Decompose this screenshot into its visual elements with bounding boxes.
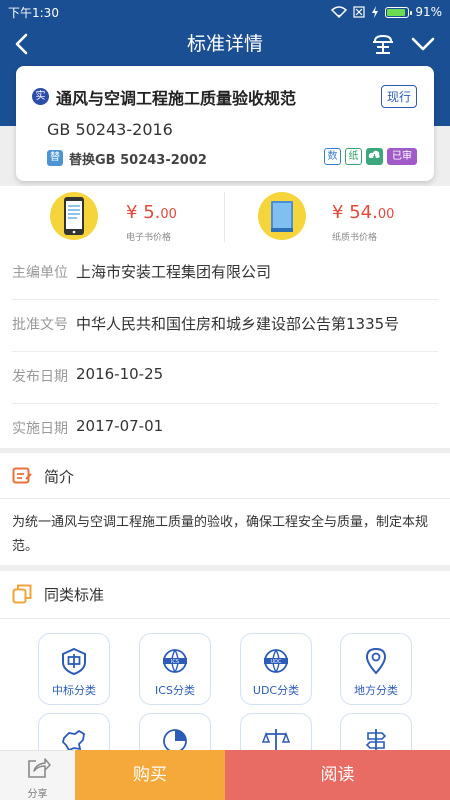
map-pin-icon [365, 647, 387, 675]
category-ics[interactable]: ICS ICS分类 [139, 633, 211, 705]
replace-link[interactable]: 替换GB 50243-2002 [69, 149, 207, 168]
read-button[interactable]: 阅读 [225, 750, 450, 800]
category-label: UDC分类 [252, 684, 300, 697]
paper-tag: 纸 [345, 148, 362, 165]
udc-globe-icon: UDC [264, 649, 288, 673]
ebook-price-label: 电子书价格 [126, 233, 172, 243]
similar-header: 同类标准 [0, 571, 450, 619]
share-button[interactable]: 分享 [0, 750, 75, 800]
china-map-icon [62, 729, 85, 750]
search-cloud-icon[interactable] [370, 31, 396, 57]
info-label: 主编单位 [12, 265, 68, 281]
category-local[interactable]: 地方分类 [340, 633, 412, 705]
price-divider [224, 192, 225, 242]
info-value: 中华人民共和国住房和城乡建设部公告第1335号 [76, 315, 400, 333]
intro-title: 简介 [44, 468, 75, 486]
svg-text:UDC: UDC [270, 659, 282, 665]
share-icon [28, 758, 51, 778]
ebook-price[interactable]: ¥ 5.00 [126, 202, 177, 223]
wifi-icon [331, 6, 348, 18]
cloud-download-icon [366, 148, 383, 165]
category-grid: 中标分类 ICS ICS分类 UDC UDC分类 地方分类 [0, 619, 450, 750]
info-label: 发布日期 [12, 369, 68, 385]
info-row-effective-date: 实施日期 2017-07-01 [12, 404, 438, 456]
buy-button[interactable]: 购买 [75, 750, 225, 800]
category-law[interactable] [240, 713, 312, 750]
paper-price[interactable]: ¥ 54.00 [332, 202, 394, 223]
category-region[interactable] [38, 713, 110, 750]
status-badge: 现行 [380, 85, 417, 108]
ics-globe-icon: ICS [163, 649, 187, 673]
info-row-publish-date: 发布日期 2016-10-25 [12, 352, 438, 404]
digital-tag: 数 [324, 148, 341, 165]
svg-text:ICS: ICS [171, 659, 179, 665]
category-label: ICS分类 [155, 684, 195, 697]
bottom-bar: 分享 购买 阅读 [0, 750, 450, 800]
implemented-badge: 实 [32, 88, 49, 105]
info-label: 批准文号 [12, 317, 68, 333]
category-label: 中标分类 [52, 684, 96, 697]
info-row-editor: 主编单位 上海市安装工程集团有限公司 [12, 248, 438, 300]
china-standard-icon [62, 647, 86, 676]
share-label: 分享 [27, 789, 48, 800]
title-bar: 标准详情 [0, 24, 450, 64]
category-label: 地方分类 [354, 684, 398, 697]
info-value: 上海市安装工程集团有限公司 [76, 263, 272, 281]
category-guide[interactable] [340, 713, 412, 750]
battery-icon [385, 6, 413, 18]
format-tags: 数 纸 已审 [324, 148, 417, 165]
status-bar: 下午1:30 91% [0, 0, 450, 24]
info-row-approval: 批准文号 中华人民共和国住房和城乡建设部公告第1335号 [12, 300, 438, 352]
paper-price-label: 纸质书价格 [332, 233, 378, 243]
pie-chart-icon [163, 729, 187, 750]
price-section: ¥ 5.00 电子书价格 ¥ 54.00 纸质书价格 [0, 186, 450, 248]
standard-code: GB 50243-2016 [47, 120, 173, 139]
info-label: 实施日期 [12, 421, 68, 437]
scales-icon [261, 729, 291, 750]
intro-header: 简介 [0, 453, 450, 499]
paper-book-icon[interactable] [258, 192, 306, 240]
status-time: 下午1:30 [8, 5, 59, 20]
chevron-down-icon[interactable] [410, 31, 436, 57]
similar-title: 同类标准 [44, 586, 105, 604]
standard-card: 实 通风与空调工程施工质量验收规范 现行 GB 50243-2016 替 替换G… [16, 66, 434, 181]
category-statistics[interactable] [139, 713, 211, 750]
info-list: 主编单位 上海市安装工程集团有限公司 批准文号 中华人民共和国住房和城乡建设部公… [0, 248, 450, 448]
info-value: 2017-07-01 [76, 417, 164, 435]
audited-tag: 已审 [387, 148, 417, 165]
category-udc[interactable]: UDC UDC分类 [240, 633, 312, 705]
battery-percent: 91% [415, 5, 442, 19]
similar-icon [12, 584, 32, 604]
ebook-phone-icon[interactable] [50, 192, 98, 240]
intro-icon [12, 467, 32, 484]
intro-text: 为统一通风与空调工程施工质量的验收，确保工程安全与质量，制定本规范。 [0, 499, 450, 565]
standard-title: 通风与空调工程施工质量验收规范 [56, 89, 297, 108]
signpost-icon [365, 729, 387, 750]
category-china-standard[interactable]: 中标分类 [38, 633, 110, 705]
sim-off-icon [353, 6, 365, 18]
info-value: 2016-10-25 [76, 365, 164, 383]
replace-badge: 替 [47, 150, 63, 166]
charging-icon [372, 6, 379, 18]
